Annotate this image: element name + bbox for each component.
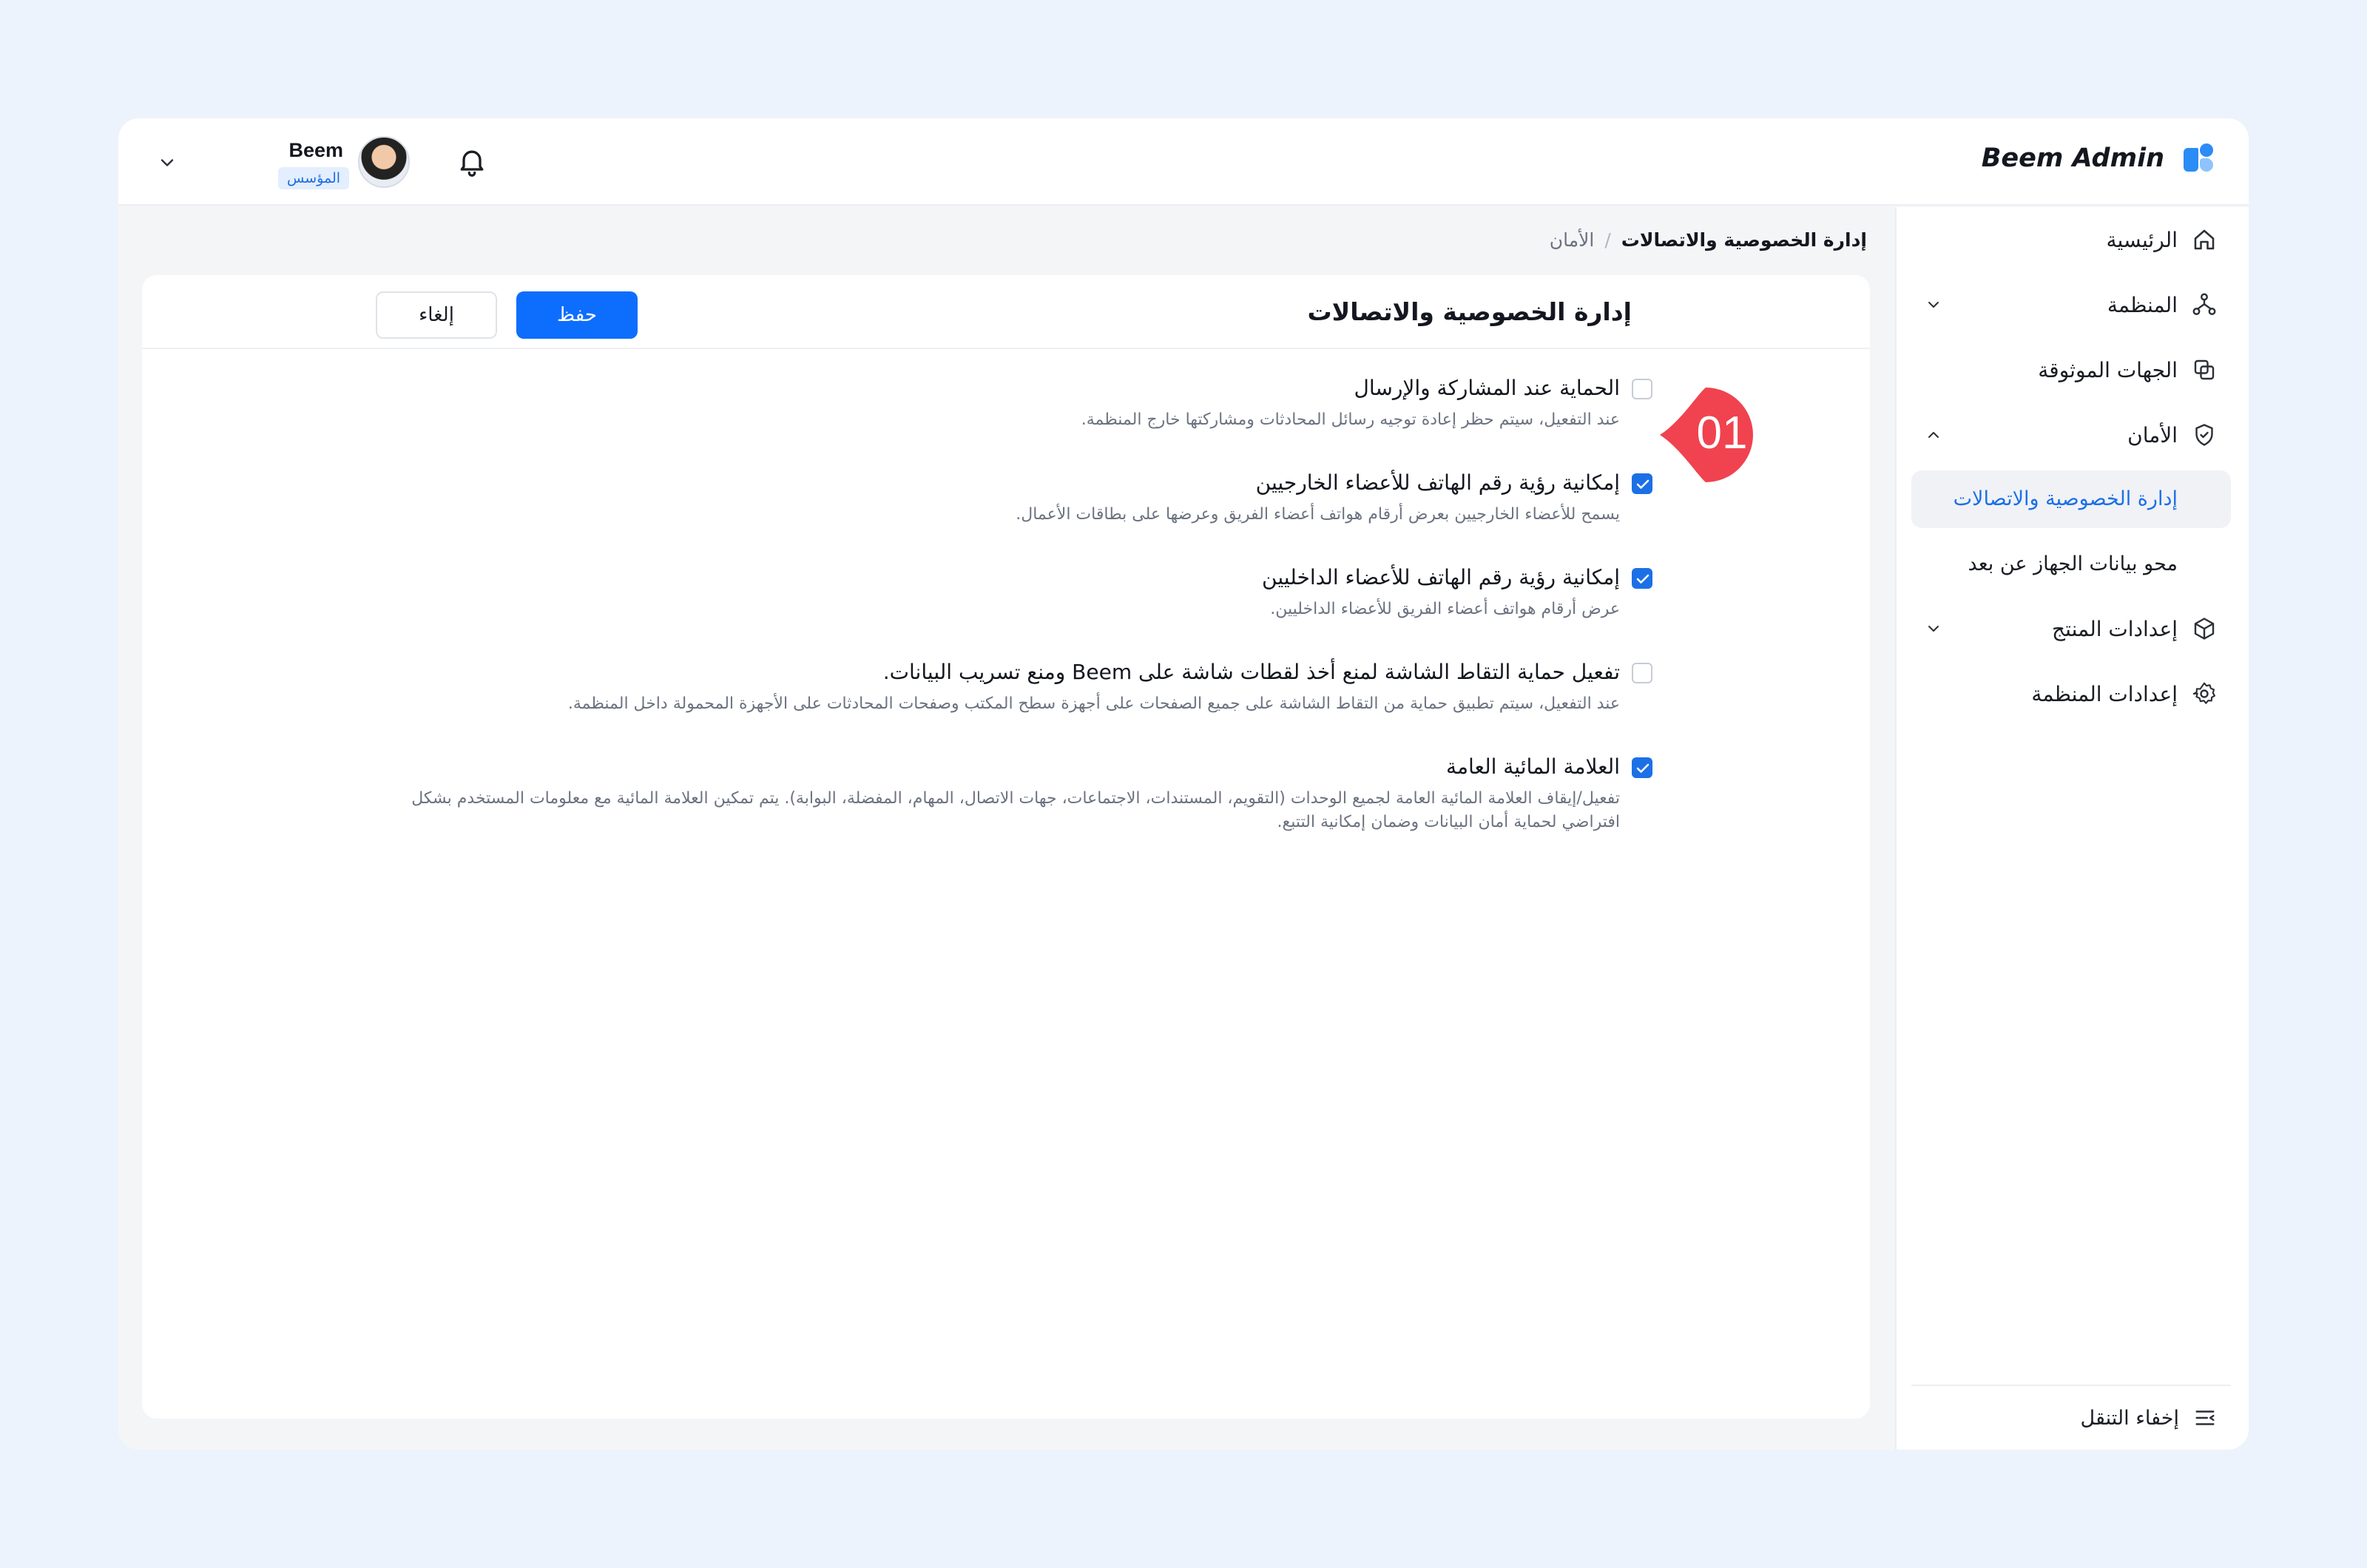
sidebar-item-label: إعدادات المنظمة bbox=[2031, 681, 2178, 706]
settings-card: إدارة الخصوصية والاتصالات حفظ إلغاء الحم… bbox=[142, 275, 1870, 1419]
breadcrumb-parent[interactable]: الأمان bbox=[1550, 229, 1595, 251]
sidebar-item-security[interactable]: الأمان bbox=[1911, 407, 2231, 463]
trusted-entities-icon bbox=[2194, 359, 2215, 380]
box-icon bbox=[2194, 618, 2215, 640]
avatar[interactable] bbox=[358, 136, 410, 188]
option-description: يسمح للأعضاء الخارجيين بعرض أرقام هواتف … bbox=[1016, 505, 1620, 524]
hide-navigation-button[interactable]: إخفاء التنقل bbox=[1911, 1385, 2231, 1450]
option-title: إمكانية رؤية رقم الهاتف للأعضاء الخارجيي… bbox=[1255, 470, 1620, 495]
sidebar-item-trusted-entities[interactable]: الجهات الموثوقة bbox=[1911, 342, 2231, 398]
chevron-down-icon[interactable] bbox=[1925, 296, 1942, 314]
option-description: عند التفعيل، سيتم حظر إعادة توجيه رسائل … bbox=[1081, 410, 1620, 429]
app-window: Beem Admin Beem المؤسس الأمان / إدارة ال… bbox=[118, 118, 2249, 1450]
option-description: عرض أرقام هواتف أعضاء الفريق للأعضاء الد… bbox=[1270, 600, 1620, 618]
sidebar-item-home[interactable]: الرئيسية bbox=[1911, 212, 2231, 268]
save-button[interactable]: حفظ bbox=[516, 291, 638, 339]
internal-phone-checkbox[interactable] bbox=[1632, 568, 1652, 589]
option-title: الحماية عند المشاركة والإرسال bbox=[1354, 376, 1620, 400]
sidebar-item-label: الرئيسية bbox=[2106, 227, 2178, 252]
option-description: عند التفعيل، سيتم تطبيق حماية من التقاط … bbox=[567, 695, 1620, 713]
breadcrumb: الأمان / إدارة الخصوصية والاتصالات bbox=[1550, 229, 1867, 251]
sidebar-item-privacy-communications[interactable]: إدارة الخصوصية والاتصالات bbox=[1911, 470, 2231, 528]
option-title: إمكانية رؤية رقم الهاتف للأعضاء الداخليي… bbox=[1262, 565, 1620, 589]
user-role-badge: المؤسس bbox=[278, 167, 350, 189]
step-marker-number: 01 bbox=[1696, 408, 1748, 459]
collapse-menu-icon bbox=[2195, 1410, 2215, 1425]
breadcrumb-current: إدارة الخصوصية والاتصالات bbox=[1621, 229, 1867, 251]
brand[interactable]: Beem Admin bbox=[1982, 143, 2213, 173]
sidebar-item-remote-wipe[interactable]: محو بيانات الجهاز عن بعد bbox=[1911, 535, 2231, 593]
bell-icon[interactable] bbox=[456, 145, 488, 178]
card-header: إدارة الخصوصية والاتصالات حفظ إلغاء bbox=[142, 275, 1870, 349]
option-description: تفعيل/إيقاف العلامة المائية العامة لجميع… bbox=[411, 789, 1620, 831]
home-icon bbox=[2194, 229, 2215, 250]
org-chart-icon bbox=[2192, 293, 2216, 315]
sidebar-item-label: الأمان bbox=[2127, 422, 2178, 447]
sidebar: الرئيسية المنظمة الجهات الموثوقة الأمان … bbox=[1895, 207, 2249, 1450]
chevron-down-icon[interactable] bbox=[157, 152, 178, 173]
brand-logo-icon bbox=[2184, 143, 2213, 173]
option-title: العلامة المائية العامة bbox=[1446, 754, 1620, 779]
sidebar-item-label: الجهات الموثوقة bbox=[2038, 357, 2178, 382]
option-title: تفعيل حماية التقاط الشاشة لمنع أخذ لقطات… bbox=[882, 660, 1620, 684]
chevron-up-icon[interactable] bbox=[1925, 426, 1942, 444]
screenshot-protection-checkbox[interactable] bbox=[1632, 663, 1652, 683]
top-header: Beem Admin Beem المؤسس bbox=[118, 118, 2249, 206]
brand-title: Beem Admin bbox=[1981, 143, 2164, 173]
sidebar-item-org-settings[interactable]: إعدادات المنظمة bbox=[1911, 666, 2231, 722]
cancel-button[interactable]: إلغاء bbox=[376, 291, 497, 339]
breadcrumb-separator: / bbox=[1604, 229, 1611, 251]
sidebar-item-organization[interactable]: المنظمة bbox=[1911, 277, 2231, 333]
user-name[interactable]: Beem bbox=[284, 139, 343, 162]
sidebar-item-label: إعدادات المنتج bbox=[2052, 616, 2178, 641]
chevron-down-icon[interactable] bbox=[1925, 620, 1942, 638]
hide-navigation-label: إخفاء التنقل bbox=[2080, 1406, 2179, 1430]
shield-icon bbox=[2195, 424, 2213, 446]
sidebar-item-label: المنظمة bbox=[2107, 292, 2178, 317]
sidebar-item-product-settings[interactable]: إعدادات المنتج bbox=[1911, 601, 2231, 657]
watermark-checkbox[interactable] bbox=[1632, 757, 1652, 778]
page-title: إدارة الخصوصية والاتصالات bbox=[1307, 297, 1632, 326]
gear-icon bbox=[2192, 682, 2215, 704]
